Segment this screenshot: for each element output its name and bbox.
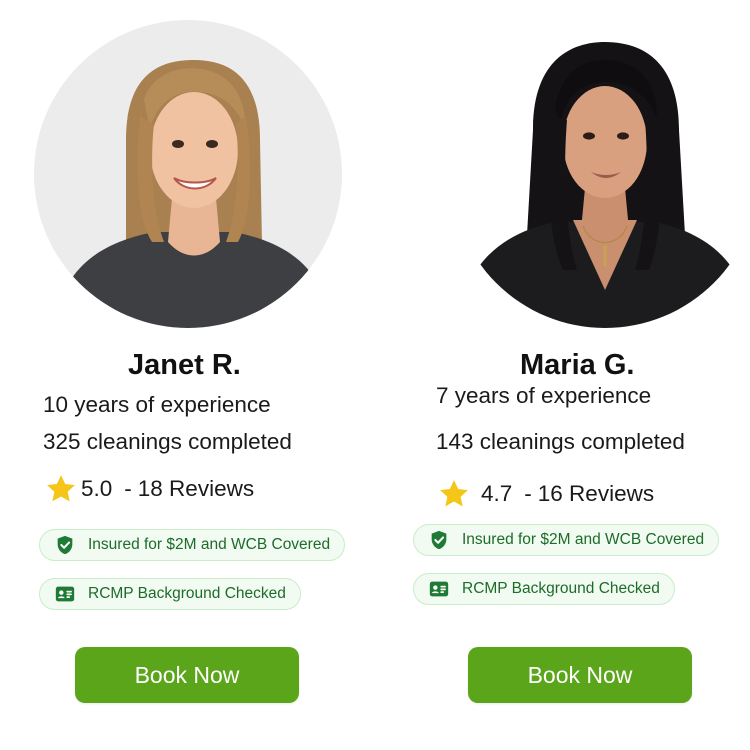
rating-row: 5.0 - 18 Reviews bbox=[44, 472, 254, 506]
book-now-button[interactable]: Book Now bbox=[468, 647, 692, 703]
id-card-icon bbox=[428, 578, 450, 600]
portrait-photo bbox=[34, 20, 342, 328]
background-check-badge: RCMP Background Checked bbox=[39, 578, 301, 610]
rating-value: 5.0 bbox=[81, 476, 113, 501]
avatar bbox=[451, 20, 750, 328]
experience-text: 10 years of experience bbox=[43, 392, 271, 417]
book-now-button[interactable]: Book Now bbox=[75, 647, 299, 703]
cleaner-cards: Janet R. 10 years of experience 325 clea… bbox=[0, 0, 750, 750]
shield-check-icon bbox=[428, 529, 450, 551]
review-count: 16 Reviews bbox=[537, 481, 655, 506]
id-card-icon bbox=[54, 583, 76, 605]
badge-label: Insured for $2M and WCB Covered bbox=[462, 531, 705, 548]
star-icon bbox=[437, 477, 471, 511]
insured-badge: Insured for $2M and WCB Covered bbox=[413, 524, 720, 556]
review-count: 18 Reviews bbox=[137, 476, 255, 501]
experience-text: 7 years of experience bbox=[436, 383, 652, 408]
badge-label: Insured for $2M and WCB Covered bbox=[88, 536, 331, 553]
badge-label: RCMP Background Checked bbox=[462, 580, 660, 597]
cleanings-text: 325 cleanings completed bbox=[43, 429, 292, 454]
rating-row: 4.7 - 16 Reviews bbox=[437, 477, 654, 511]
avatar bbox=[34, 20, 342, 328]
badge-label: RCMP Background Checked bbox=[88, 585, 286, 602]
rating-value: 4.7 bbox=[481, 481, 513, 506]
cleaner-name: Maria G. bbox=[520, 349, 635, 381]
cleaner-name: Janet R. bbox=[128, 349, 241, 381]
cleanings-text: 143 cleanings completed bbox=[436, 429, 685, 454]
shield-check-icon bbox=[54, 534, 76, 556]
background-check-badge: RCMP Background Checked bbox=[413, 573, 675, 605]
star-icon bbox=[44, 472, 78, 506]
portrait-photo bbox=[451, 20, 750, 328]
insured-badge: Insured for $2M and WCB Covered bbox=[39, 529, 346, 561]
